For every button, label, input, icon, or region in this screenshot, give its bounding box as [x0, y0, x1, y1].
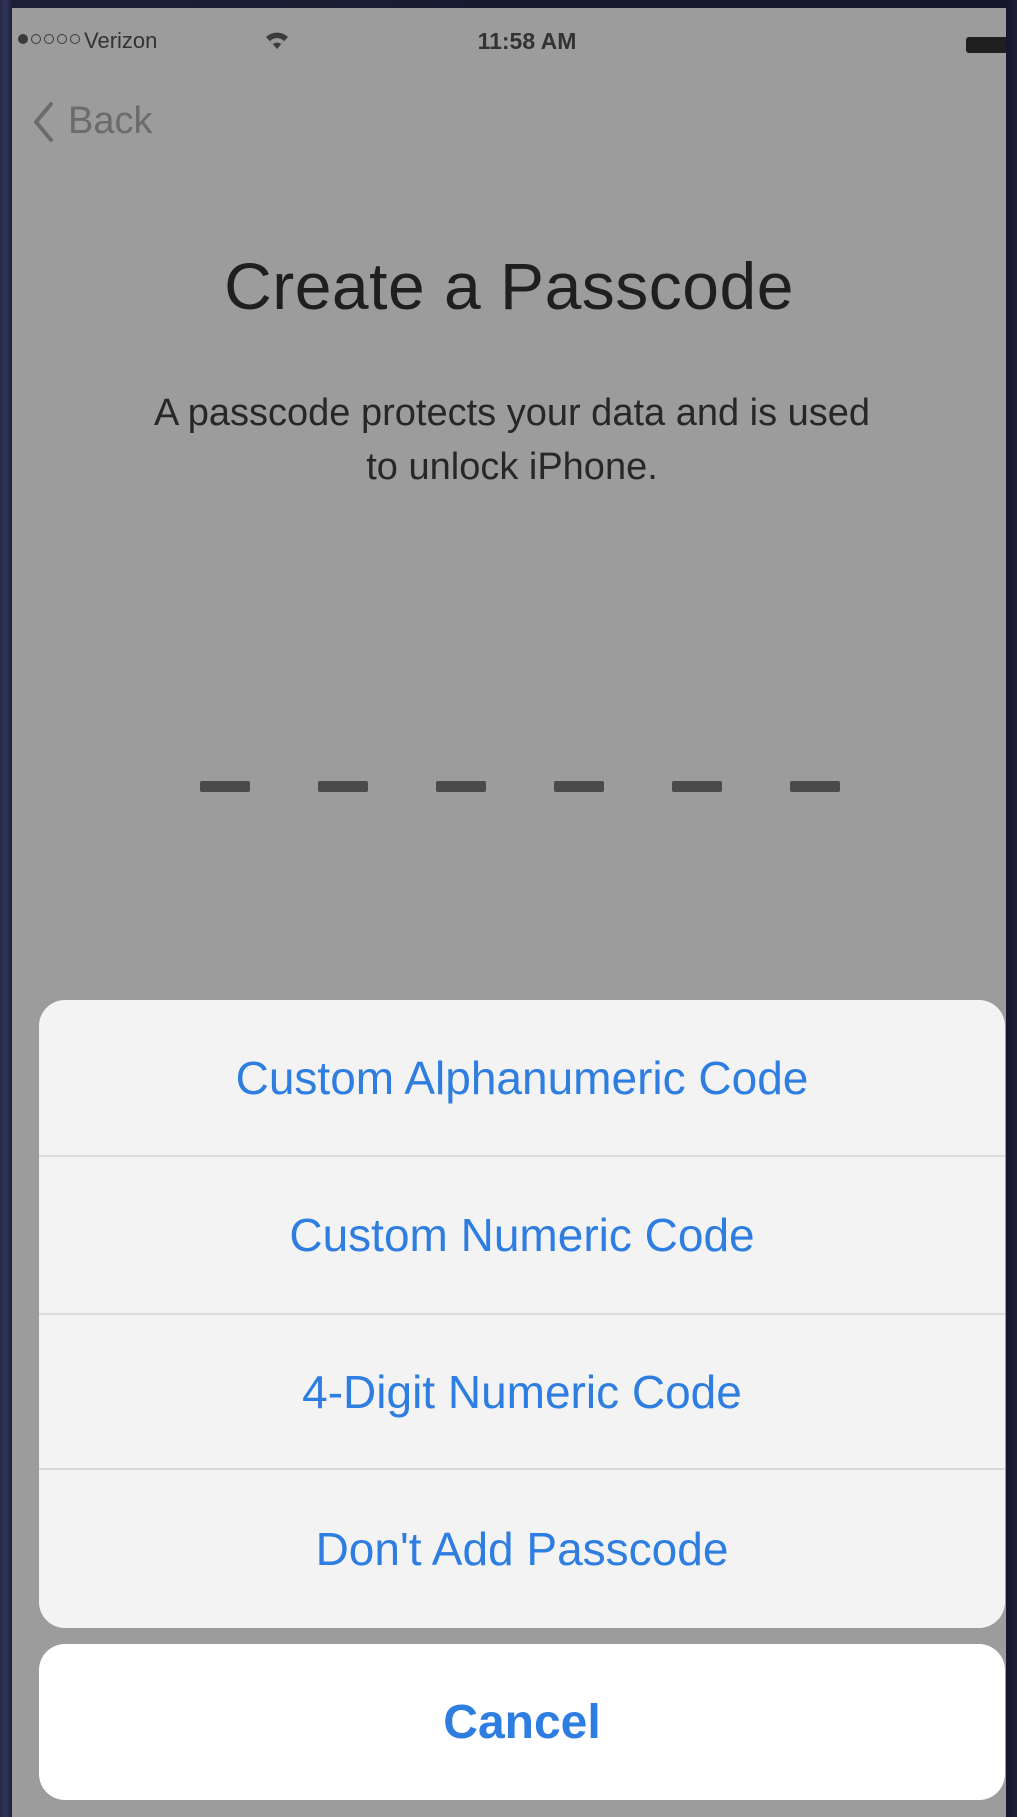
passcode-digit-placeholder: [672, 781, 722, 792]
page-subtitle: A passcode protects your data and is use…: [62, 386, 962, 494]
back-button[interactable]: Back: [32, 100, 152, 143]
four-digit-numeric-code-option[interactable]: 4-Digit Numeric Code: [39, 1315, 1005, 1468]
status-time: 11:58 AM: [477, 28, 577, 54]
passcode-digit-placeholder: [436, 781, 486, 792]
passcode-entry-field[interactable]: [200, 781, 840, 792]
page-title: Create a Passcode: [224, 249, 794, 323]
passcode-digit-placeholder: [200, 781, 250, 792]
back-label: Back: [68, 100, 153, 142]
passcode-digit-placeholder: [790, 781, 840, 792]
passcode-digit-placeholder: [554, 781, 604, 792]
cancel-button[interactable]: Cancel: [39, 1644, 1005, 1800]
subtitle-line: A passcode protects your data and is use…: [153, 392, 871, 434]
chevron-left-icon: [34, 101, 53, 142]
passcode-digit-placeholder: [318, 781, 368, 792]
custom-alphanumeric-code-option[interactable]: Custom Alphanumeric Code: [39, 1000, 1005, 1155]
passcode-options-sheet: Custom Alphanumeric Code Custom Numeric …: [39, 1000, 1005, 1628]
status-bar: Verizon 11:58 AM: [12, 8, 1006, 70]
custom-numeric-code-option[interactable]: Custom Numeric Code: [39, 1157, 1005, 1313]
battery-icon: [966, 37, 1006, 53]
dont-add-passcode-option[interactable]: Don't Add Passcode: [39, 1470, 1005, 1628]
subtitle-line: to unlock iPhone.: [366, 446, 658, 488]
device-frame: Verizon 11:58 AM Back Create a Passcode …: [0, 0, 1017, 1817]
phone-screen: Verizon 11:58 AM Back Create a Passcode …: [12, 8, 1006, 1817]
